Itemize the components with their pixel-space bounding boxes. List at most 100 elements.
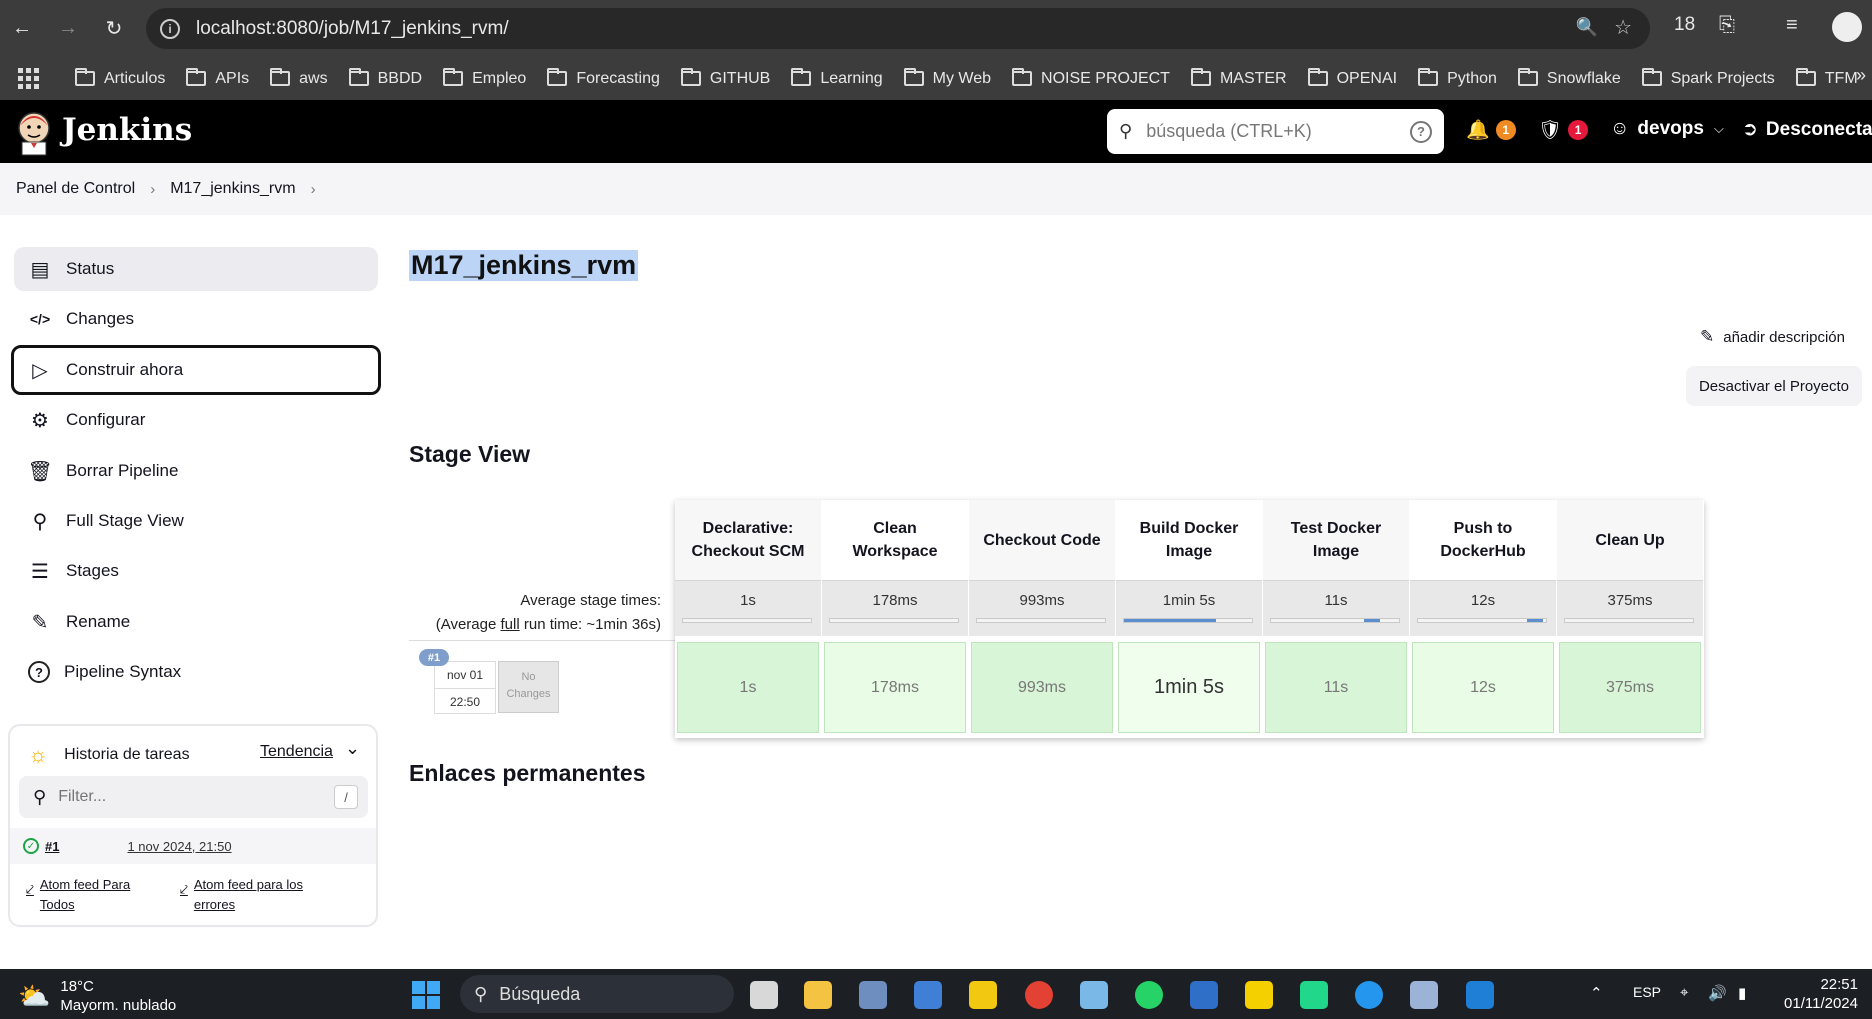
clock[interactable]: 22:51 01/11/2024 xyxy=(1784,975,1858,1013)
atom-feed-errors-label[interactable]: Atom feed para los errores xyxy=(194,875,340,915)
breadcrumb-job[interactable]: M17_jenkins_rvm xyxy=(170,180,295,198)
stage-run-cell[interactable]: 178ms xyxy=(824,642,966,733)
search-box[interactable]: ⚲ ? xyxy=(1107,109,1444,154)
search-input[interactable] xyxy=(1146,121,1387,142)
weather-widget[interactable]: ⛅ 18°C Mayorm. nublado xyxy=(18,977,176,1015)
bookmark-folder[interactable]: Python xyxy=(1418,68,1497,88)
bookmark-folder[interactable]: TFM xyxy=(1795,68,1858,88)
docker-icon[interactable] xyxy=(1355,981,1383,1009)
stage-run-cell[interactable]: 1s xyxy=(677,642,819,733)
calculator-icon[interactable] xyxy=(859,981,887,1009)
chevron-up-icon[interactable]: ⌃ xyxy=(1590,984,1603,1002)
run-date[interactable]: nov 01 22:50 xyxy=(434,661,496,714)
bookmark-folder[interactable]: Snowflake xyxy=(1517,68,1621,88)
search-icon: ⚲ xyxy=(33,786,47,807)
zoom-icon[interactable]: 🔍 xyxy=(1576,17,1598,38)
brand-name[interactable]: Jenkins xyxy=(62,112,192,148)
bookmark-folder[interactable]: APIs xyxy=(186,68,249,88)
calendar-icon[interactable] xyxy=(914,981,942,1009)
sidebar-item-changes[interactable]: </> Changes xyxy=(14,297,378,341)
jenkins-logo[interactable] xyxy=(14,108,54,156)
logout-button[interactable]: ➲ Desconectar xyxy=(1742,118,1872,141)
forward-arrow-icon[interactable]: → xyxy=(54,14,82,42)
stage-run-cell[interactable]: 375ms xyxy=(1559,642,1701,733)
sidebar-item-full-stage-view[interactable]: ⚲ Full Stage View xyxy=(14,499,378,543)
stage-run-cell[interactable]: 1min 5s xyxy=(1118,642,1260,733)
bookmark-folder[interactable]: GITHUB xyxy=(680,68,770,88)
bookmark-star-icon[interactable]: ☆ xyxy=(1614,15,1632,40)
bookmark-folder[interactable]: aws xyxy=(270,68,328,88)
language-indicator[interactable]: ESP xyxy=(1633,984,1661,1000)
sidebar-item-configurar[interactable]: ⚙ Configurar xyxy=(14,398,378,442)
address-bar[interactable]: i localhost:8080/job/M17_jenkins_rvm/ 🔍 … xyxy=(146,8,1650,49)
bookmark-folder[interactable]: NOISE PROJECT xyxy=(1012,68,1170,88)
reload-icon[interactable]: ↻ xyxy=(100,14,128,42)
whiteboard-icon[interactable] xyxy=(1190,981,1218,1009)
atom-feed-all-label[interactable]: Atom feed Para Todos xyxy=(40,875,156,915)
bookmark-folder[interactable]: Articulos xyxy=(75,68,165,88)
user-menu[interactable]: ☺ devops ⌵ xyxy=(1610,118,1724,140)
more-bookmarks-icon[interactable]: » xyxy=(1856,65,1866,86)
back-arrow-icon[interactable]: ← xyxy=(8,14,36,42)
stage-run-cell[interactable]: 993ms xyxy=(971,642,1113,733)
build-row[interactable]: ✓ #1 1 nov 2024, 21:50 xyxy=(10,828,376,864)
notepad-icon[interactable] xyxy=(1466,981,1494,1009)
breadcrumb-dashboard[interactable]: Panel de Control xyxy=(16,180,135,198)
search-help-icon[interactable]: ? xyxy=(1410,120,1432,143)
bookmark-folder[interactable]: Empleo xyxy=(443,68,526,88)
sidebar-item-status[interactable]: ▤ Status xyxy=(14,247,378,291)
run-changes[interactable]: No Changes xyxy=(498,661,559,713)
history-title: Historia de tareas xyxy=(64,746,190,763)
disable-project-button[interactable]: Desactivar el Proyecto xyxy=(1686,366,1862,406)
windows-start-icon[interactable] xyxy=(412,981,440,1009)
run-badge[interactable]: #1 xyxy=(419,649,449,666)
apps-grid-icon[interactable] xyxy=(18,67,39,90)
bookmark-folder[interactable]: MASTER xyxy=(1190,68,1287,88)
history-filter[interactable]: ⚲ / xyxy=(19,776,368,818)
whatsapp-icon[interactable] xyxy=(1135,981,1163,1009)
avg-stage-times-label: Average stage times: xyxy=(520,592,661,609)
avg-full-link[interactable]: full xyxy=(501,616,520,633)
app-icon[interactable] xyxy=(1080,981,1108,1009)
chevron-down-icon[interactable]: ⌄ xyxy=(345,738,360,759)
bookmark-folder[interactable]: My Web xyxy=(903,68,991,88)
bookmark-folder[interactable]: Learning xyxy=(791,68,883,88)
wifi-icon[interactable]: ⌖ xyxy=(1680,984,1688,1001)
trend-link[interactable]: Tendencia xyxy=(260,743,333,761)
sidebar-item-borrar-pipeline[interactable]: 🗑 Borrar Pipeline xyxy=(14,449,378,493)
stage-run-cell[interactable]: 11s xyxy=(1265,642,1407,733)
sidebar-item-stages[interactable]: ☰ Stages xyxy=(14,549,378,593)
sticky-notes-icon[interactable] xyxy=(1245,981,1273,1009)
sidebar-item-construir-ahora[interactable]: ▷ Construir ahora xyxy=(11,345,381,395)
chrome-icon[interactable] xyxy=(1025,981,1053,1009)
battery-icon[interactable]: ▮ xyxy=(1738,984,1746,1002)
task-view-icon[interactable] xyxy=(750,981,778,1009)
atom-feed-all[interactable]: ⤦ Atom feed Para Todos xyxy=(26,875,156,915)
taskbar-search[interactable]: ⚲ Búsqueda xyxy=(460,975,734,1013)
profile-avatar[interactable] xyxy=(1832,12,1862,42)
history-filter-input[interactable] xyxy=(58,788,319,806)
virtualbox-icon[interactable] xyxy=(1410,981,1438,1009)
pycharm-icon[interactable] xyxy=(1300,981,1328,1009)
add-description-link[interactable]: ✎ añadir descripción xyxy=(1700,327,1845,347)
stage-run-cell[interactable]: 12s xyxy=(1412,642,1554,733)
bookmark-folder[interactable]: Spark Projects xyxy=(1641,68,1775,88)
volume-icon[interactable]: 🔊 xyxy=(1708,984,1727,1002)
file-explorer-icon[interactable] xyxy=(804,981,832,1009)
sidebar-item-rename[interactable]: ✎ Rename xyxy=(14,600,378,644)
bookmark-folder[interactable]: Forecasting xyxy=(547,68,660,88)
reading-list-icon[interactable]: ≡ xyxy=(1786,14,1798,37)
power-bi-icon[interactable] xyxy=(969,981,997,1009)
atom-feed-errors[interactable]: ⤦ Atom feed para los errores xyxy=(180,875,340,915)
build-date[interactable]: 1 nov 2024, 21:50 xyxy=(127,839,231,854)
bookmark-folder[interactable]: OPENAI xyxy=(1307,68,1397,88)
chevron-right-icon[interactable]: › xyxy=(311,181,316,198)
notifications-button[interactable]: 🔔 1 xyxy=(1466,118,1516,142)
bookmark-folder[interactable]: BBDD xyxy=(348,68,422,88)
tab-count[interactable]: 18 xyxy=(1674,14,1695,36)
sidebar-item-pipeline-syntax[interactable]: ? Pipeline Syntax xyxy=(14,650,378,694)
build-number[interactable]: #1 xyxy=(45,839,59,854)
site-info-icon[interactable]: i xyxy=(160,18,180,39)
security-button[interactable]: 🛡 1 xyxy=(1538,118,1589,142)
extensions-icon[interactable]: ⎘ xyxy=(1719,14,1735,37)
